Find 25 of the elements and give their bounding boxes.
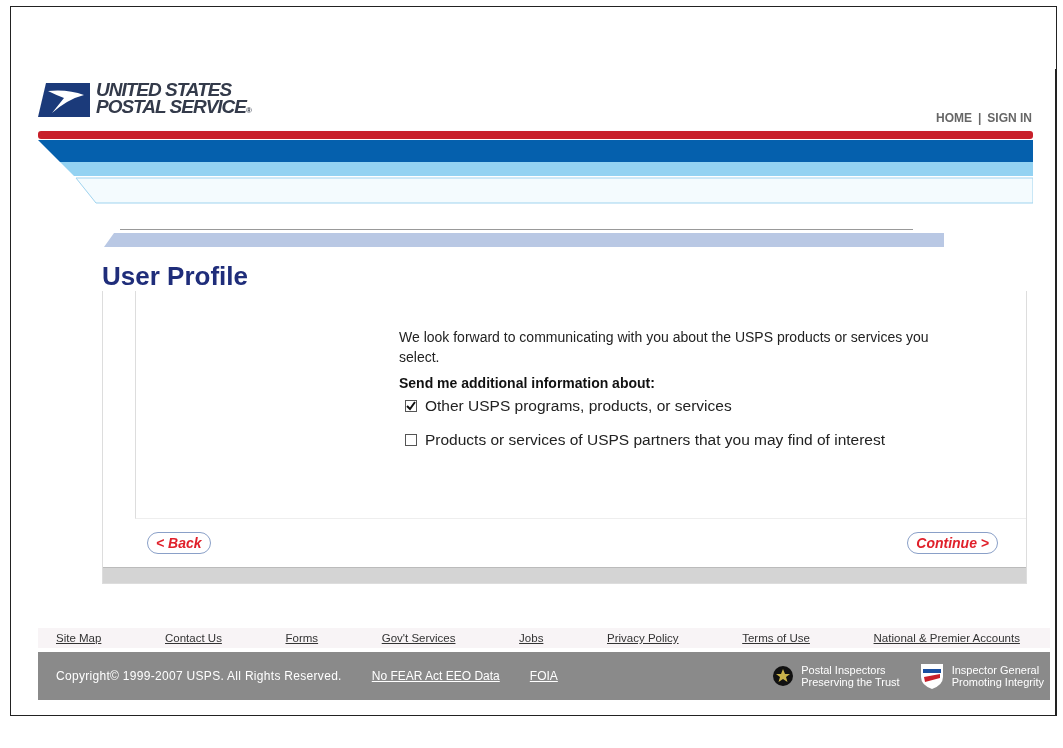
checkbox[interactable] [405,434,417,446]
footer-link[interactable]: Contact Us [165,632,222,644]
footer-link[interactable]: Terms of Use [742,632,810,644]
checkbox[interactable] [405,400,417,412]
link-separator: | [977,111,982,125]
footer-link[interactable]: Privacy Policy [607,632,679,644]
shield-icon [919,663,944,689]
copyright-text: Copyright© 1999-2007 USPS. All Rights Reserved. [56,669,342,683]
continue-button[interactable]: Continue > [907,532,998,554]
footer-link[interactable]: National & Premier Accounts [873,632,1020,644]
logo-wordmark: UNITED STATES POSTAL SERVICE® [96,81,251,119]
footer-link[interactable]: Jobs [519,632,544,644]
footer-link[interactable]: Forms [285,632,319,644]
nav-link[interactable]: HOME [935,111,972,125]
intro-text: We look forward to communicating with you about the USPS products or services you select. [399,328,930,367]
checkbox-label: Other USPS programs, products, or services [425,397,732,415]
checkbox-label: Products or services of USPS partners that you may find of interest [425,431,886,449]
page-title: User Profile [102,261,249,291]
eagle-logo-icon [38,83,90,117]
prompt-text: Send me additional information about: [399,375,656,391]
footer-link[interactable]: Gov't Services [381,632,456,644]
nav-link[interactable]: SIGN IN [987,111,1032,125]
footer-link[interactable]: Site Map [56,632,102,644]
star-badge-icon [773,666,794,686]
back-button[interactable]: < Back [147,532,211,554]
